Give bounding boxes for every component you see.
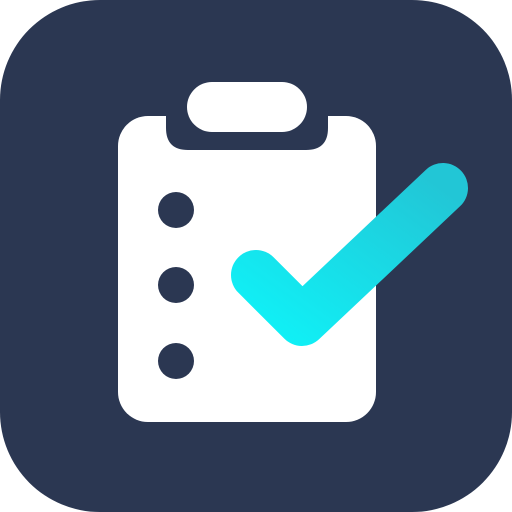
app-icon-canvas — [0, 0, 512, 512]
bullet-dot-icon — [158, 343, 194, 379]
checklist-bullets — [158, 192, 194, 379]
clipboard-clip-icon — [187, 82, 307, 132]
bullet-dot-icon — [158, 267, 194, 303]
bullet-dot-icon — [158, 192, 194, 228]
app-icon — [0, 0, 512, 512]
